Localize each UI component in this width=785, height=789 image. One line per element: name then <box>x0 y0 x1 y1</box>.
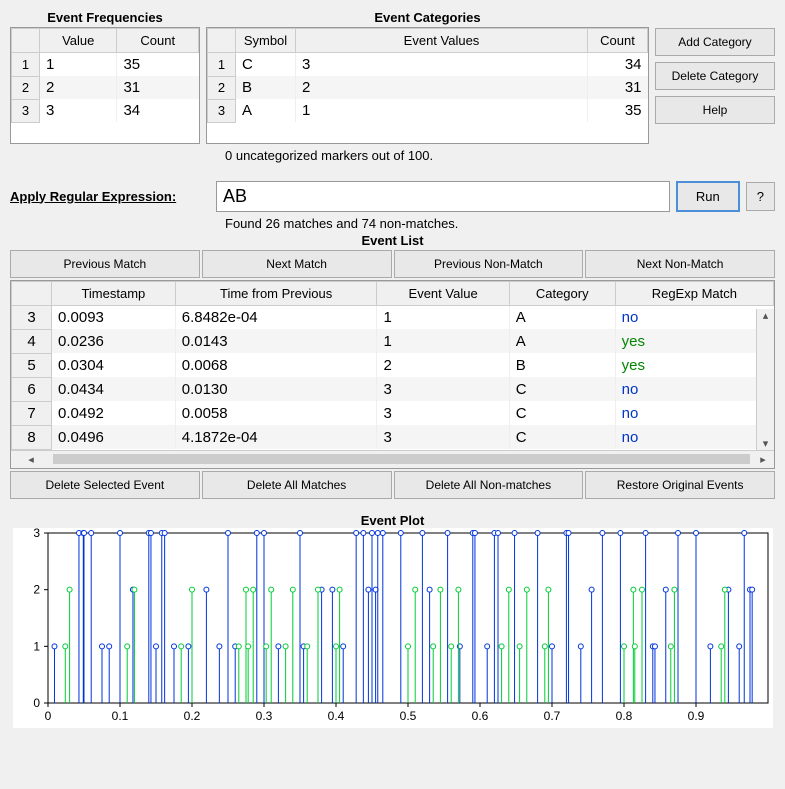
cat-col-count[interactable]: Count <box>588 29 648 53</box>
svg-text:0.4: 0.4 <box>327 709 344 723</box>
help-button[interactable]: Help <box>655 96 775 124</box>
svg-text:0.6: 0.6 <box>471 709 488 723</box>
restore-original-events-button[interactable]: Restore Original Events <box>585 471 775 499</box>
svg-text:0.3: 0.3 <box>255 709 272 723</box>
table-row[interactable]: 1C334 <box>208 53 648 77</box>
delete-all-matches-button[interactable]: Delete All Matches <box>202 471 392 499</box>
scroll-down-icon[interactable]: ▾ <box>757 437 774 450</box>
col-timestamp[interactable]: Timestamp <box>52 281 176 305</box>
cat-table[interactable]: Symbol Event Values Count 1C3342B2313A13… <box>207 28 648 123</box>
svg-text:3: 3 <box>33 528 40 540</box>
svg-text:0.9: 0.9 <box>687 709 704 723</box>
scroll-thumb[interactable] <box>53 454 750 464</box>
regex-help-button[interactable]: ? <box>746 182 775 211</box>
table-row[interactable]: 40.02360.01431Ayes <box>12 329 774 353</box>
svg-text:0.5: 0.5 <box>399 709 416 723</box>
cat-col-values[interactable]: Event Values <box>296 29 588 53</box>
table-row[interactable]: 60.04340.01303Cno <box>12 377 774 401</box>
table-row[interactable]: 3334 <box>12 99 199 122</box>
vertical-scrollbar[interactable]: ▴ ▾ <box>756 309 774 450</box>
svg-text:0.8: 0.8 <box>615 709 632 723</box>
regex-label: Apply Regular Expression: <box>10 189 210 204</box>
svg-text:0.1: 0.1 <box>111 709 128 723</box>
svg-text:2: 2 <box>33 582 40 596</box>
svg-text:1: 1 <box>33 639 40 653</box>
cat-title: Event Categories <box>206 10 649 25</box>
delete-selected-event-button[interactable]: Delete Selected Event <box>10 471 200 499</box>
scroll-left-icon[interactable]: ◂ <box>11 453 51 466</box>
event-list-table[interactable]: Timestamp Time from Previous Event Value… <box>11 281 774 450</box>
cat-col-symbol[interactable]: Symbol <box>236 29 296 53</box>
next-match-button[interactable]: Next Match <box>202 250 392 278</box>
scroll-right-icon[interactable]: ▸ <box>752 453 774 466</box>
col-regexp-match[interactable]: RegExp Match <box>615 281 773 305</box>
table-row[interactable]: 80.04964.1872e-043Cno <box>12 425 774 449</box>
event-plot: 0 0.1 0.2 0.3 0.4 0.5 0.6 0.7 0.8 0.9 0 1 2 3 <box>13 528 773 728</box>
delete-all-non-matches-button[interactable]: Delete All Non-matches <box>394 471 584 499</box>
run-button[interactable]: Run <box>676 181 740 212</box>
matches-status: Found 26 matches and 74 non-matches. <box>225 216 775 231</box>
freq-col-value[interactable]: Value <box>40 29 117 53</box>
svg-text:0: 0 <box>44 709 51 723</box>
event-list-title: Event List <box>10 233 775 248</box>
table-row[interactable]: 50.03040.00682Byes <box>12 353 774 377</box>
freq-title: Event Frequencies <box>10 10 200 25</box>
col-category[interactable]: Category <box>509 281 615 305</box>
svg-text:0.2: 0.2 <box>183 709 200 723</box>
prev-non-match-button[interactable]: Previous Non-Match <box>394 250 584 278</box>
add-category-button[interactable]: Add Category <box>655 28 775 56</box>
delete-category-button[interactable]: Delete Category <box>655 62 775 90</box>
regex-input[interactable] <box>216 181 670 212</box>
freq-col-count[interactable]: Count <box>117 29 199 53</box>
prev-match-button[interactable]: Previous Match <box>10 250 200 278</box>
table-row[interactable]: 2B231 <box>208 76 648 99</box>
col-event-value[interactable]: Event Value <box>377 281 509 305</box>
scroll-up-icon[interactable]: ▴ <box>757 309 774 322</box>
table-row[interactable]: 70.04920.00583Cno <box>12 401 774 425</box>
table-row[interactable]: 2231 <box>12 76 199 99</box>
horizontal-scrollbar[interactable]: ◂ ▸ <box>11 450 774 468</box>
col-time-from-prev[interactable]: Time from Previous <box>175 281 377 305</box>
svg-text:0.7: 0.7 <box>543 709 560 723</box>
plot-title: Event Plot <box>10 513 775 528</box>
next-non-match-button[interactable]: Next Non-Match <box>585 250 775 278</box>
table-row[interactable]: 30.00936.8482e-041Ano <box>12 305 774 329</box>
table-row[interactable]: 3A135 <box>208 99 648 122</box>
freq-table[interactable]: Value Count 113522313334 <box>11 28 199 123</box>
table-row[interactable]: 1135 <box>12 53 199 77</box>
svg-text:0: 0 <box>33 696 40 710</box>
uncategorized-status: 0 uncategorized markers out of 100. <box>225 148 775 163</box>
